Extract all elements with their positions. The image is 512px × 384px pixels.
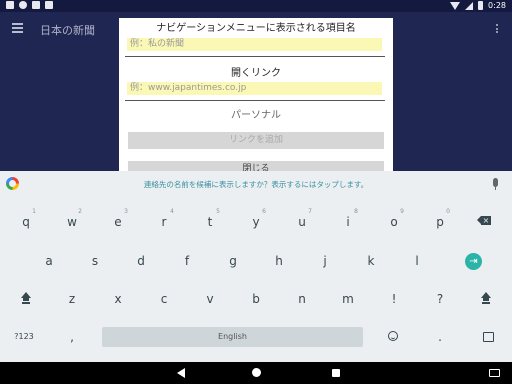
name-label: ナビゲーションメニューに表示される項目名 [156, 23, 356, 34]
key-hint: 1 [32, 208, 36, 215]
space-bar[interactable]: English [102, 327, 363, 347]
symbols-key[interactable]: ?123 [6, 320, 42, 354]
key-c[interactable]: c [146, 282, 182, 316]
divider [125, 56, 385, 57]
back-icon[interactable] [177, 368, 185, 378]
key-label: u [298, 215, 306, 229]
key-label: q [22, 215, 30, 229]
emoji-icon[interactable] [388, 331, 398, 341]
key-x[interactable]: x [100, 282, 136, 316]
key-hint: 9 [400, 208, 404, 215]
key-q[interactable]: 1q [8, 205, 44, 239]
link-label: 開くリンク [231, 68, 281, 79]
key-m[interactable]: m [330, 282, 366, 316]
key-exclamation[interactable]: ! [376, 282, 412, 316]
sd-card-icon [32, 1, 40, 9]
key-j[interactable]: j [307, 244, 343, 278]
screen: 0:28 日本の新聞 ナビゲーションメニューに表示される項目名 例：私の新聞 開… [0, 0, 512, 384]
key-question[interactable]: ? [422, 282, 458, 316]
key-l[interactable]: l [399, 244, 435, 278]
notification-icon [6, 1, 14, 9]
suggestion-text[interactable]: 連絡先の名前を候補に表示しますか？表示するにはタップします。 [0, 179, 512, 190]
status-bar: 0:28 [0, 0, 512, 12]
signal-icon [465, 1, 474, 10]
key-hint: 4 [170, 208, 174, 215]
key-p[interactable]: 0p [422, 205, 458, 239]
key-w[interactable]: 2w [54, 205, 90, 239]
key-label: t [207, 215, 213, 229]
wifi-icon [450, 1, 461, 10]
key-o[interactable]: 9o [376, 205, 412, 239]
key-hint: 3 [124, 208, 128, 215]
key-hint: 8 [354, 208, 358, 215]
key-comma[interactable]: , [54, 320, 90, 354]
storage-icon [45, 1, 53, 9]
battery-icon [478, 1, 484, 10]
key-k[interactable]: k [353, 244, 389, 278]
key-label: e [114, 215, 122, 229]
key-y[interactable]: 6y [238, 205, 274, 239]
key-hint: 7 [308, 208, 312, 215]
persona-label: パーソナル [231, 110, 281, 121]
key-period[interactable]: . [422, 320, 458, 354]
shift-icon[interactable] [480, 292, 492, 304]
add-link-dialog: ナビゲーションメニューに表示される項目名 例：私の新聞 開くリンク 例：www.… [119, 18, 393, 171]
key-b[interactable]: b [238, 282, 274, 316]
keyboard-switch-icon[interactable] [483, 332, 494, 342]
key-g[interactable]: g [215, 244, 251, 278]
key-r[interactable]: 4r [146, 205, 182, 239]
add-link-button[interactable]: リンクを追加 [128, 132, 384, 149]
key-hint: 2 [78, 208, 82, 215]
keyboard-icon[interactable] [489, 369, 500, 377]
backspace-icon[interactable] [477, 216, 491, 225]
key-label: w [67, 215, 77, 229]
close-button[interactable]: 閉じる [128, 161, 384, 171]
key-n[interactable]: n [284, 282, 320, 316]
key-a[interactable]: a [31, 244, 67, 278]
key-label: p [436, 215, 444, 229]
key-label: i [346, 215, 350, 229]
key-label: y [252, 215, 260, 229]
key-h[interactable]: h [261, 244, 297, 278]
key-v[interactable]: v [192, 282, 228, 316]
app-title: 日本の新聞 [40, 24, 95, 37]
soft-keyboard: 連絡先の名前を候補に表示しますか？表示するにはタップします。 1q 2w 3e … [0, 171, 512, 362]
divider [125, 100, 385, 101]
key-t[interactable]: 5t [192, 205, 228, 239]
key-z[interactable]: z [54, 282, 90, 316]
home-icon[interactable] [252, 368, 261, 377]
recents-icon[interactable] [332, 369, 340, 377]
key-hint: 0 [446, 208, 450, 215]
navigation-bar [0, 362, 512, 384]
suggestion-strip: 連絡先の名前を候補に表示しますか？表示するにはタップします。 [0, 171, 512, 198]
key-label: r [161, 215, 167, 229]
mic-icon[interactable] [493, 178, 498, 190]
key-d[interactable]: d [123, 244, 159, 278]
key-s[interactable]: s [77, 244, 113, 278]
key-e[interactable]: 3e [100, 205, 136, 239]
sync-icon [19, 1, 27, 9]
key-hint: 6 [262, 208, 266, 215]
status-time: 0:28 [488, 1, 506, 10]
link-input[interactable]: 例：www.japantimes.co.jp [127, 82, 382, 95]
more-vert-icon[interactable] [496, 24, 499, 34]
shift-icon[interactable] [20, 292, 32, 304]
key-label: o [390, 215, 398, 229]
key-hint: 5 [216, 208, 220, 215]
key-u[interactable]: 7u [284, 205, 320, 239]
key-i[interactable]: 8i [330, 205, 366, 239]
name-input[interactable]: 例：私の新聞 [127, 38, 382, 51]
key-f[interactable]: f [169, 244, 205, 278]
enter-icon[interactable] [465, 253, 482, 270]
menu-icon[interactable] [12, 23, 23, 33]
